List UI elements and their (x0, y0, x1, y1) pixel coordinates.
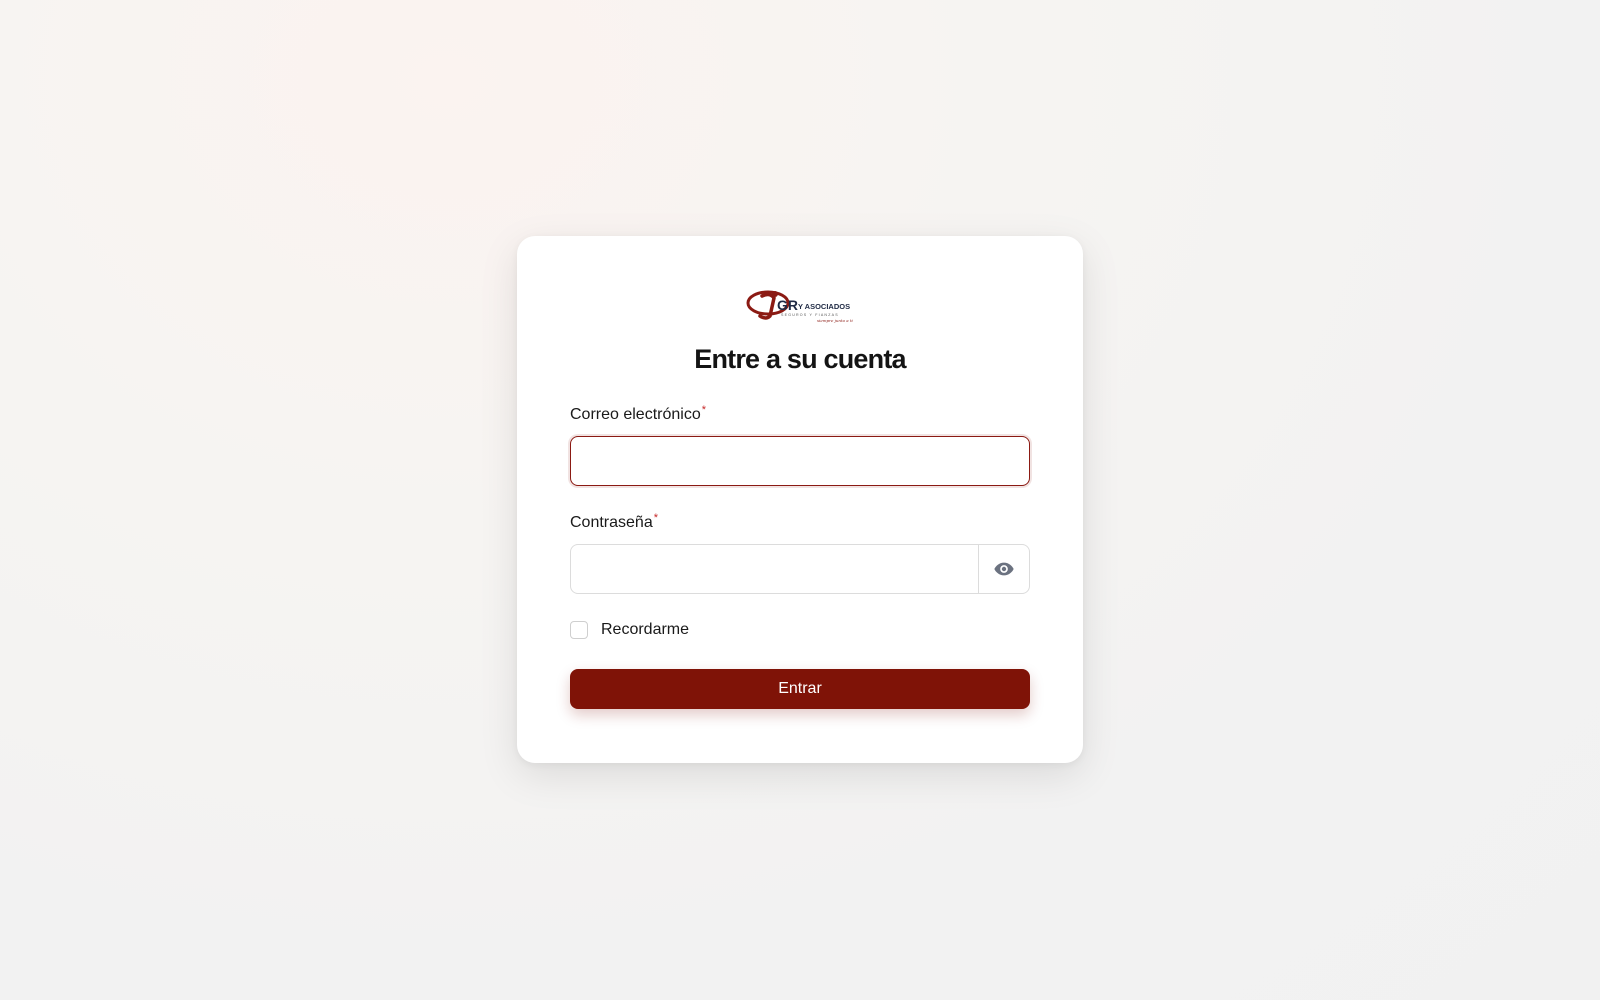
toggle-password-visibility-button[interactable] (978, 545, 1029, 593)
email-field[interactable] (570, 436, 1030, 486)
email-label: Correo electrónico* (570, 404, 707, 424)
password-field[interactable] (571, 545, 978, 593)
password-field-wrapper (570, 544, 1030, 594)
page-title: Entre a su cuenta (694, 344, 906, 374)
email-label-text: Correo electrónico (570, 406, 701, 423)
login-card: GR Y ASOCIADOS SEGUROS Y FIANZAS siempre… (517, 236, 1083, 763)
remember-me-checkbox[interactable] (570, 621, 588, 639)
required-marker: * (653, 512, 658, 524)
remember-me[interactable]: Recordarme (570, 621, 689, 639)
logo-brand-text: Y ASOCIADOS (798, 302, 850, 311)
company-logo: GR Y ASOCIADOS SEGUROS Y FIANZAS siempre… (746, 288, 856, 324)
eye-icon (994, 562, 1014, 576)
login-button[interactable]: Entrar (570, 669, 1030, 709)
password-label-text: Contraseña (570, 514, 653, 531)
logo-slogan: siempre junto a ti (817, 318, 854, 323)
required-marker: * (701, 404, 707, 416)
remember-me-label: Recordarme (601, 621, 690, 638)
logo-letters: GR (777, 297, 798, 313)
logo-tagline: SEGUROS Y FIANZAS (781, 313, 839, 317)
password-label: Contraseña* (570, 512, 658, 532)
